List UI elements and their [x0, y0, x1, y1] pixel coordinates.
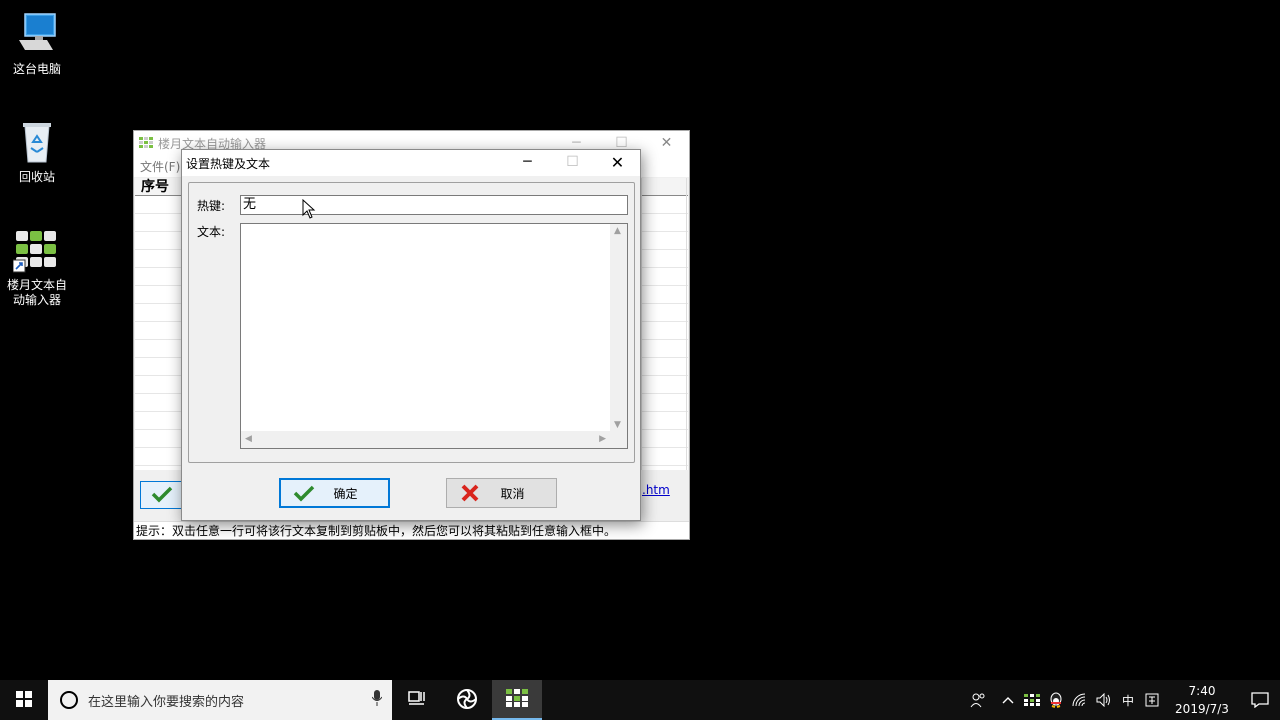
maximize-icon[interactable]: ☐	[550, 150, 595, 174]
vertical-scrollbar[interactable]: ▲ ▼	[610, 224, 627, 432]
dialog-titlebar: 设置热键及文本 ─ ☐ ✕	[182, 150, 640, 176]
people-icon[interactable]	[960, 680, 996, 720]
taskbar-search-box[interactable]: 在这里输入你要搜索的内容	[48, 680, 392, 720]
tray-keyboard-grid-icon[interactable]	[1020, 680, 1044, 720]
cortana-icon	[60, 691, 78, 709]
taskbar-app-pinwheel[interactable]	[442, 680, 492, 720]
microphone-icon[interactable]	[362, 690, 392, 710]
desktop-icon-recycle-bin[interactable]: 回收站	[0, 118, 74, 185]
checkmark-icon	[151, 485, 173, 506]
scroll-up-icon[interactable]: ▲	[614, 226, 621, 236]
volume-icon[interactable]	[1092, 680, 1116, 720]
minimize-icon[interactable]: ─	[505, 150, 550, 174]
keyboard-grid-icon	[12, 226, 61, 274]
status-bar: 提示：双击任意一行可将该行文本复制到剪贴板中，然后您可以将其粘贴到任意输入框中。	[134, 521, 689, 539]
hotkey-label: 热键:	[197, 199, 226, 213]
cancel-x-icon	[457, 481, 483, 505]
show-hidden-icons-chevron-icon[interactable]	[996, 680, 1020, 720]
start-button[interactable]	[0, 680, 48, 720]
pinwheel-icon	[456, 688, 478, 713]
ime-language-indicator[interactable]: 中	[1116, 680, 1140, 720]
desktop-icon-this-pc[interactable]: 这台电脑	[0, 10, 74, 77]
ime-mode-icon[interactable]	[1140, 680, 1164, 720]
clock-date: 2019/7/3	[1175, 702, 1229, 716]
dialog-title: 设置热键及文本	[186, 156, 271, 171]
hotkey-dialog: 设置热键及文本 ─ ☐ ✕ 热键: 无 文本: ▲ ▼ ◀ ▶ 确定 取消	[181, 149, 641, 521]
cancel-button-label: 取消	[500, 486, 525, 501]
computer-icon	[13, 10, 61, 58]
desktop-icon-label-line1: 楼月文本自	[6, 278, 67, 292]
recycle-bin-icon	[13, 118, 61, 166]
add-button[interactable]	[140, 481, 184, 509]
keyboard-grid-icon	[506, 688, 528, 710]
website-link[interactable]: .htm	[642, 483, 670, 497]
action-center-icon[interactable]	[1240, 680, 1280, 720]
search-placeholder: 在这里输入你要搜索的内容	[88, 694, 245, 710]
task-view-icon	[408, 690, 426, 710]
desktop-icon-louyue-app[interactable]: 楼月文本自 动输入器	[0, 226, 74, 308]
desktop: 这台电脑 回收站 楼月文本自 动输入器 楼月文本自动输入器 ─ ☐ ✕ 文件(F…	[0, 0, 1280, 680]
scroll-left-icon[interactable]: ◀	[245, 434, 252, 444]
desktop-icon-label: 回收站	[18, 170, 55, 184]
wifi-icon[interactable]	[1068, 680, 1092, 720]
scroll-down-icon[interactable]: ▼	[614, 420, 621, 430]
menu-file[interactable]: 文件(F)	[140, 158, 180, 175]
scroll-right-icon[interactable]: ▶	[599, 434, 606, 444]
scrollbar-corner	[610, 431, 627, 448]
ok-button-label: 确定	[333, 486, 358, 501]
horizontal-scrollbar[interactable]: ◀ ▶	[241, 431, 610, 448]
desktop-icon-label-line2: 动输入器	[12, 293, 61, 307]
text-input-area[interactable]: ▲ ▼ ◀ ▶	[240, 223, 628, 449]
close-icon[interactable]: ✕	[595, 150, 640, 174]
system-tray: 中 7:40 2019/7/3	[960, 680, 1280, 720]
checkmark-icon	[291, 481, 317, 505]
settings-group: 热键: 无 文本: ▲ ▼ ◀ ▶	[188, 182, 635, 463]
windows-logo-icon	[16, 690, 32, 710]
close-icon[interactable]: ✕	[644, 131, 689, 155]
column-header-index[interactable]: 序号	[141, 179, 169, 195]
grid-column-divider	[641, 178, 642, 470]
taskbar: 在这里输入你要搜索的内容 中 7:40 2019/7/3	[0, 680, 1280, 720]
taskbar-app-louyue[interactable]	[492, 680, 542, 720]
qq-penguin-icon[interactable]	[1044, 680, 1068, 720]
desktop-icon-label: 这台电脑	[12, 62, 61, 76]
mouse-pointer-icon	[302, 198, 316, 222]
taskbar-clock[interactable]: 7:40 2019/7/3	[1164, 682, 1240, 718]
task-view-button[interactable]	[392, 680, 442, 720]
text-label: 文本:	[197, 225, 226, 239]
grid-column-divider	[686, 178, 687, 470]
app-icon	[138, 135, 154, 151]
cancel-button[interactable]: 取消	[446, 478, 557, 508]
ok-button[interactable]: 确定	[279, 478, 390, 508]
hotkey-field[interactable]: 无	[240, 195, 628, 215]
clock-time: 7:40	[1188, 684, 1216, 698]
